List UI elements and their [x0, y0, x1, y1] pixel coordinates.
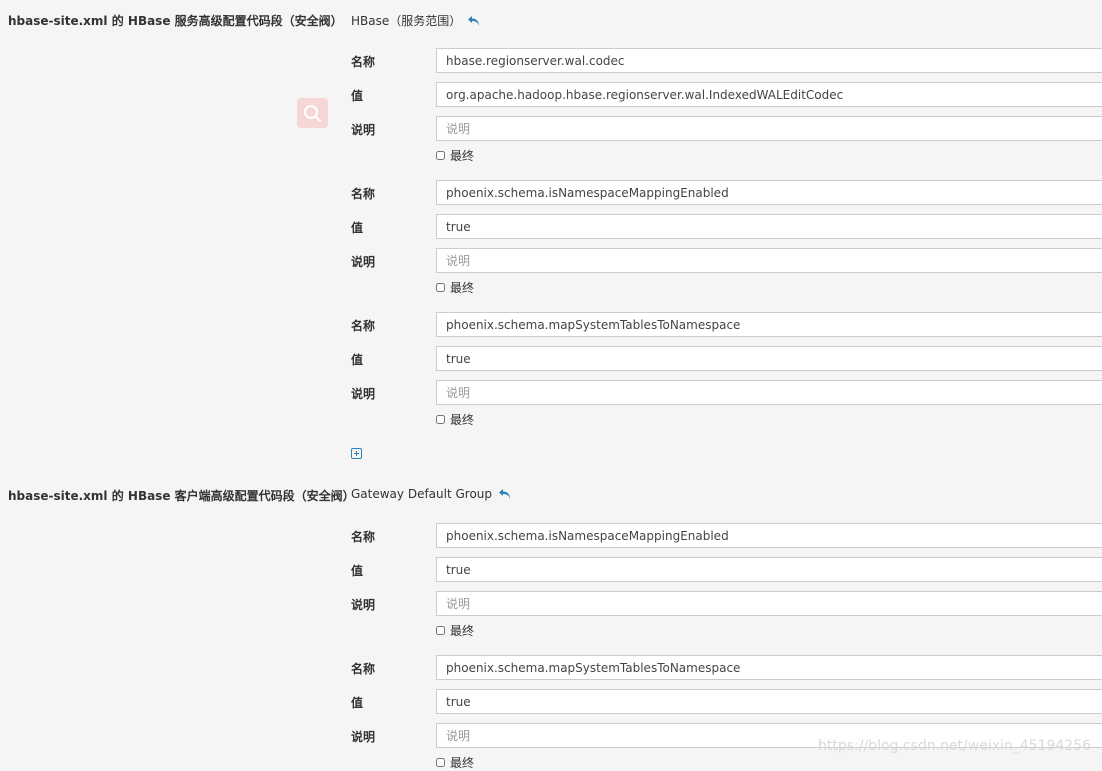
description-label: 说明	[351, 387, 376, 401]
description-field[interactable]	[436, 116, 1102, 141]
value-label: 值	[351, 696, 364, 710]
scope-service: HBase（服务范围）	[351, 12, 481, 29]
final-checkbox-row[interactable]: 最终	[436, 279, 474, 296]
section-title-service: hbase-site.xml 的 HBase 服务高级配置代码段（安全阀）	[8, 14, 343, 28]
final-checkbox[interactable]	[436, 283, 445, 292]
final-label: 最终	[450, 624, 475, 638]
add-entry-icon[interactable]	[351, 448, 362, 459]
value-field[interactable]	[436, 689, 1102, 714]
final-checkbox[interactable]	[436, 415, 445, 424]
name-label: 名称	[351, 55, 376, 69]
undo-icon[interactable]	[467, 15, 481, 27]
watermark: https://blog.csdn.net/weixin_45194256	[818, 738, 1092, 754]
value-label: 值	[351, 564, 364, 578]
undo-icon[interactable]	[498, 488, 512, 500]
final-checkbox[interactable]	[436, 626, 445, 635]
value-field[interactable]	[436, 557, 1102, 582]
description-label: 说明	[351, 255, 376, 269]
search-icon	[304, 105, 321, 122]
final-label: 最终	[450, 413, 475, 427]
scope-client: Gateway Default Group	[351, 487, 512, 501]
final-checkbox-row[interactable]: 最终	[436, 411, 474, 428]
name-label: 名称	[351, 319, 376, 333]
description-field[interactable]	[436, 380, 1102, 405]
section-title-client: hbase-site.xml 的 HBase 客户端高级配置代码段（安全阀）	[8, 489, 355, 503]
value-label: 值	[351, 221, 364, 235]
description-label: 说明	[351, 123, 376, 137]
name-label: 名称	[351, 662, 376, 676]
description-label: 说明	[351, 730, 376, 744]
scope-label: HBase（服务范围）	[351, 14, 462, 28]
final-label: 最终	[450, 756, 475, 770]
name-label: 名称	[351, 187, 376, 201]
name-field[interactable]	[436, 312, 1102, 337]
value-field[interactable]	[436, 346, 1102, 371]
final-label: 最终	[450, 149, 475, 163]
final-checkbox-row[interactable]: 最终	[436, 622, 474, 639]
final-checkbox[interactable]	[436, 151, 445, 160]
search-badge[interactable]	[297, 98, 328, 128]
scope-label: Gateway Default Group	[351, 487, 493, 501]
description-field[interactable]	[436, 248, 1102, 273]
final-checkbox-row[interactable]: 最终	[436, 147, 474, 164]
final-label: 最终	[450, 281, 475, 295]
description-label: 说明	[351, 598, 376, 612]
name-field[interactable]	[436, 523, 1102, 548]
value-label: 值	[351, 89, 364, 103]
name-label: 名称	[351, 530, 376, 544]
name-field[interactable]	[436, 655, 1102, 680]
final-checkbox-row[interactable]: 最终	[436, 754, 474, 771]
value-field[interactable]	[436, 82, 1102, 107]
name-field[interactable]	[436, 180, 1102, 205]
description-field[interactable]	[436, 591, 1102, 616]
value-label: 值	[351, 353, 364, 367]
value-field[interactable]	[436, 214, 1102, 239]
name-field[interactable]	[436, 48, 1102, 73]
